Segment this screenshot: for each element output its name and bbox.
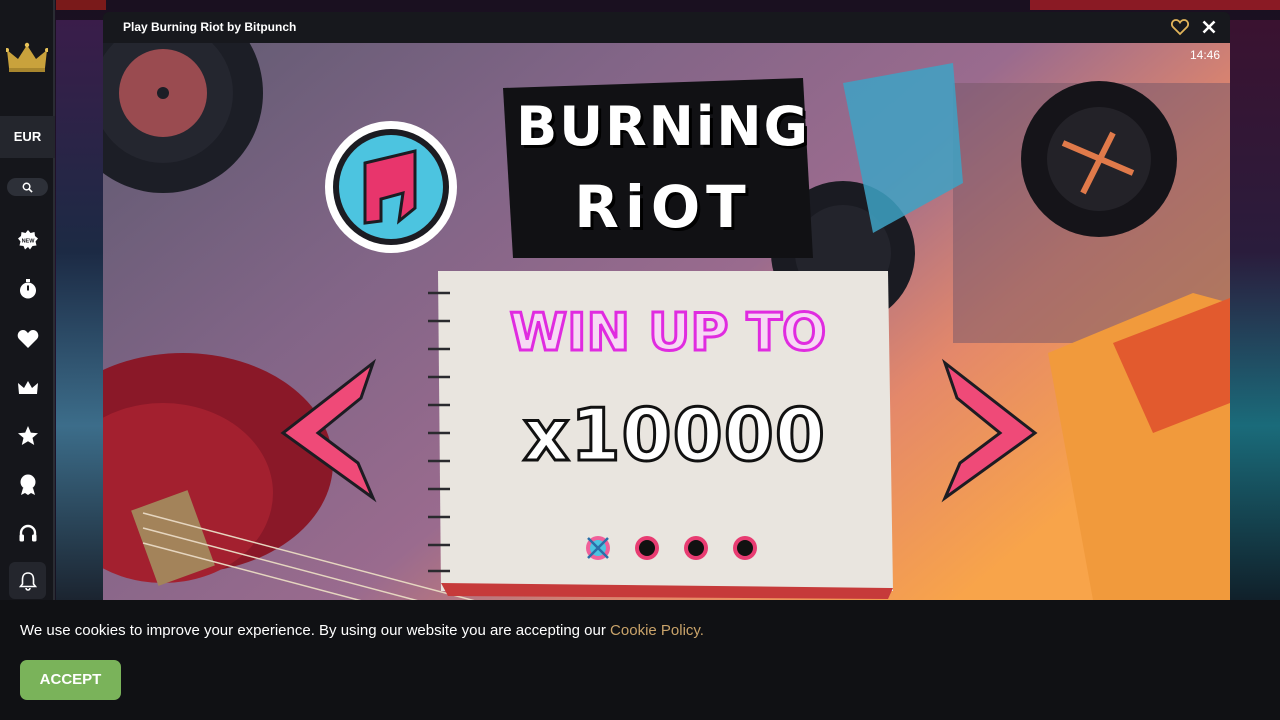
heart-icon	[17, 329, 38, 348]
game-modal: Play Burning Riot by Bitpunch BURNiNG Ri…	[103, 12, 1230, 600]
search-icon	[22, 182, 33, 193]
win-up-to-label: WIN UP TO	[508, 302, 827, 365]
game-logo-line1: BURNiNG	[516, 95, 810, 158]
game-logo-line2: RiOT	[574, 173, 752, 241]
game-canvas[interactable]: BURNiNG RiOT WIN UP TO x10000 14:46	[103, 43, 1230, 600]
cookie-text: We use cookies to improve your experienc…	[20, 622, 704, 639]
modal-header: Play Burning Riot by Bitpunch	[103, 12, 1230, 43]
crown-logo-icon[interactable]	[6, 42, 48, 74]
trophy-icon	[20, 474, 35, 495]
close-icon[interactable]	[1200, 18, 1218, 36]
sidebar-item-top-games[interactable]	[13, 421, 42, 450]
multiplier-value: x10000	[522, 392, 827, 479]
accept-cookies-button[interactable]: ACCEPT	[20, 660, 121, 700]
headset-icon	[19, 524, 36, 541]
sidebar-item-vip[interactable]	[13, 373, 42, 402]
sidebar-item-favourites[interactable]	[13, 324, 42, 353]
sidebar-item-tournaments[interactable]	[13, 470, 42, 499]
currency-selector[interactable]: EUR	[0, 116, 55, 158]
sidebar-item-new[interactable]: NEW	[13, 225, 42, 254]
crown-icon	[17, 380, 38, 394]
music-note-badge	[325, 121, 457, 253]
page-indicator	[583, 533, 763, 563]
star-icon	[17, 426, 38, 445]
bell-icon	[18, 571, 37, 591]
favourite-heart-icon[interactable]	[1171, 18, 1189, 36]
stopwatch-icon	[19, 278, 36, 298]
search-button[interactable]	[7, 178, 48, 196]
sidebar-item-recent[interactable]	[13, 274, 42, 303]
svg-text:NEW: NEW	[21, 238, 35, 244]
background-banner	[1030, 0, 1280, 10]
page-dots	[586, 536, 757, 560]
background-game-tile	[1230, 20, 1280, 600]
sidebar-item-support[interactable]	[13, 519, 42, 548]
modal-title: Play Burning Riot by Bitpunch	[123, 20, 297, 34]
cookie-banner: We use cookies to improve your experienc…	[0, 600, 1280, 720]
page-dot-inner	[688, 540, 704, 556]
left-sidebar: EUR NEW	[0, 0, 55, 600]
page-dot-inner	[639, 540, 655, 556]
background-game-tile	[56, 20, 104, 600]
game-clock: 14:46	[1189, 48, 1220, 62]
background-banner	[56, 0, 106, 10]
new-badge-icon: NEW	[17, 229, 38, 249]
notifications-button[interactable]	[9, 562, 46, 599]
cookie-message: We use cookies to improve your experienc…	[20, 622, 606, 639]
page-dot-inner	[737, 540, 753, 556]
cookie-policy-link[interactable]: Cookie Policy.	[610, 622, 704, 639]
